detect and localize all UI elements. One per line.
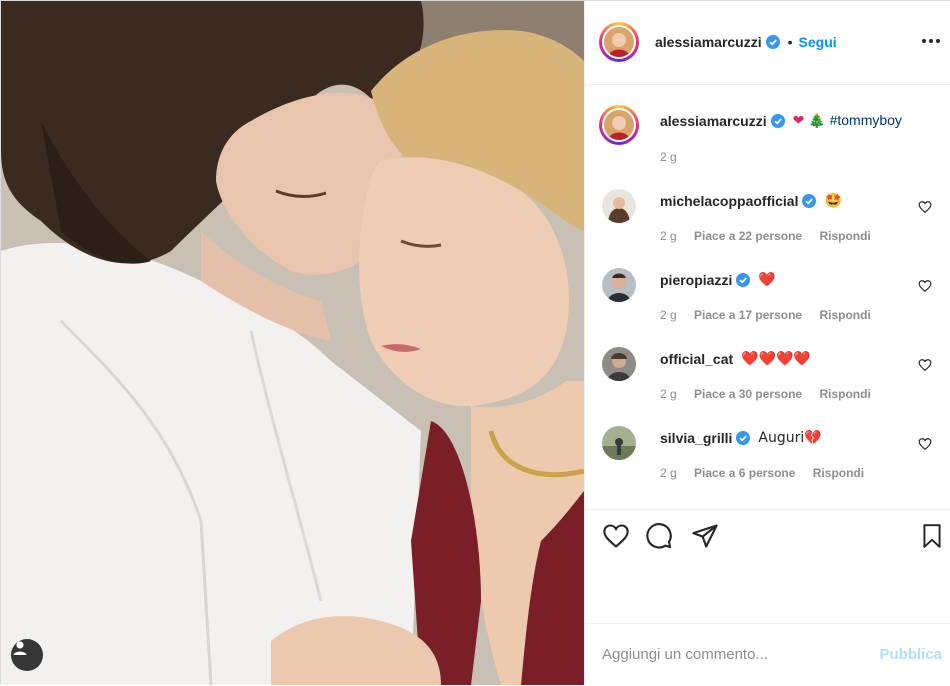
verified-badge-icon: [736, 431, 751, 445]
caption-row: alessiamarcuzzi ❤ 🎄 #tommyboy 2 g: [585, 105, 950, 175]
publish-button[interactable]: Pubblica: [879, 646, 942, 663]
comment-time: 2 g: [660, 466, 677, 480]
comment-row: silvia_grilli Auguri💔 2 g Piace a 6 pers…: [585, 424, 950, 484]
reply-button[interactable]: Rispondi: [819, 229, 870, 243]
like-comment-heart-icon[interactable]: [918, 358, 932, 372]
like-comment-heart-icon[interactable]: [918, 437, 932, 451]
commenter-avatar[interactable]: [602, 189, 636, 223]
user-icon: [13, 641, 27, 655]
follow-button[interactable]: Segui: [799, 34, 837, 50]
post-header: alessiamarcuzzi • Segui: [585, 1, 950, 85]
comment-time: 2 g: [660, 229, 677, 243]
comment-likes[interactable]: Piace a 30 persone: [694, 387, 802, 401]
add-comment-input[interactable]: Aggiungi un commento...: [602, 646, 768, 663]
verified-badge-icon: [765, 35, 780, 49]
comment-row: michelacoppaofficial 🤩 2 g Piace a 22 pe…: [585, 187, 950, 247]
share-icon[interactable]: [691, 522, 719, 550]
heart-icon[interactable]: [601, 522, 631, 550]
comment-icon[interactable]: [645, 522, 673, 550]
christmas-tree-emoji: 🎄: [808, 113, 826, 129]
avatar-image: [602, 347, 636, 381]
post-side-panel: alessiamarcuzzi • Segui alessiamarcuzzi …: [584, 1, 950, 685]
comment-likes[interactable]: Piace a 6 persone: [694, 466, 795, 480]
caption-time: 2 g: [660, 150, 677, 164]
comment-row: pieropiazzi ❤️ 2 g Piace a 17 persone Ri…: [585, 266, 950, 326]
commenter-username[interactable]: official_cat: [660, 351, 733, 367]
comment-likes[interactable]: Piace a 22 persone: [694, 229, 802, 243]
more-options-icon[interactable]: [921, 31, 941, 51]
verified-badge-icon: [736, 273, 751, 287]
save-icon[interactable]: [919, 522, 945, 550]
reply-button[interactable]: Rispondi: [813, 466, 864, 480]
commenter-avatar[interactable]: [602, 268, 636, 302]
comment-likes[interactable]: Piace a 17 persone: [694, 308, 802, 322]
verified-badge-icon: [802, 194, 817, 208]
reply-button[interactable]: Rispondi: [819, 387, 870, 401]
commenter-username[interactable]: pieropiazzi: [660, 272, 732, 288]
comment-text: ❤️: [758, 272, 776, 288]
comment-time: 2 g: [660, 387, 677, 401]
caption-hashtag[interactable]: #tommyboy: [830, 112, 902, 128]
heart-emoji: ❤: [792, 113, 805, 129]
tagged-user-button[interactable]: [11, 639, 43, 671]
like-comment-heart-icon[interactable]: [918, 200, 932, 214]
caption-username[interactable]: alessiamarcuzzi: [660, 113, 767, 129]
author-avatar[interactable]: [599, 22, 639, 62]
post-photo[interactable]: [1, 1, 584, 685]
avatar-image: [604, 27, 634, 57]
avatar-image: [602, 426, 636, 460]
commenter-avatar[interactable]: [602, 426, 636, 460]
avatar-image: [602, 268, 636, 302]
comments-list: alessiamarcuzzi ❤ 🎄 #tommyboy 2 g michel…: [585, 85, 950, 505]
caption-author-avatar[interactable]: [599, 105, 639, 145]
add-comment-bar: Aggiungi un commento... Pubblica: [585, 623, 950, 686]
avatar-image: [604, 110, 634, 140]
instagram-post-window: alessiamarcuzzi • Segui alessiamarcuzzi …: [0, 0, 950, 685]
reply-button[interactable]: Rispondi: [819, 308, 870, 322]
commenter-username[interactable]: silvia_grilli: [660, 430, 732, 446]
like-comment-heart-icon[interactable]: [918, 279, 932, 293]
post-action-bar: [585, 509, 950, 564]
photo-illustration: [1, 1, 584, 685]
comment-row: official_cat ❤️❤️❤️❤️ 2 g Piace a 30 per…: [585, 345, 950, 405]
comment-time: 2 g: [660, 308, 677, 322]
commenter-username[interactable]: michelacoppaofficial: [660, 193, 798, 209]
separator-dot: •: [787, 34, 793, 50]
comment-text: ❤️❤️❤️❤️: [741, 351, 811, 367]
avatar-image: [602, 189, 636, 223]
author-username[interactable]: alessiamarcuzzi: [655, 34, 762, 50]
comment-text: Auguri💔: [758, 430, 822, 446]
caption-text: ❤ 🎄 #tommyboy: [793, 112, 902, 129]
verified-badge-icon: [770, 113, 785, 128]
comment-text: 🤩: [824, 193, 842, 209]
commenter-avatar[interactable]: [602, 347, 636, 381]
